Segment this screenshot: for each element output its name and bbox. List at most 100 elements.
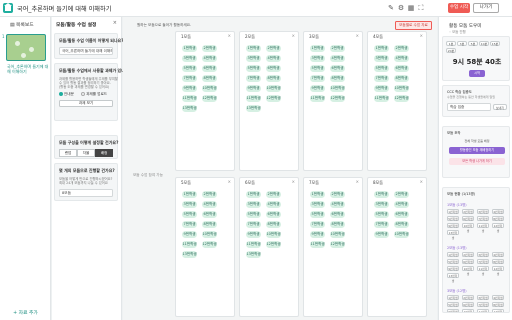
student-chip[interactable]: 6번학생 [202, 65, 217, 72]
student-chip[interactable]: 7번학생 [310, 75, 325, 82]
group-close-icon[interactable]: × [356, 33, 359, 38]
student-chip[interactable]: 12번학생 [330, 241, 345, 248]
student-chip[interactable]: 4번학생 [394, 201, 409, 208]
radio-guide[interactable] [59, 92, 63, 96]
student-chip[interactable]: 4번학생 [330, 55, 345, 62]
student-chip[interactable]: 4번학생 [394, 55, 409, 62]
student-chip[interactable]: 8번학생 [202, 221, 217, 228]
add-material-button[interactable]: + 자료 추가 [0, 308, 51, 320]
group-close-icon[interactable]: × [228, 179, 231, 184]
student-chip[interactable]: 4번학생 [266, 55, 281, 62]
student-chip[interactable]: 2번학생 [394, 191, 409, 198]
student-chip[interactable]: 9번학생 [246, 231, 261, 238]
student-chip[interactable]: 10번학생 [266, 231, 281, 238]
notice-input[interactable]: 학습 집중 [447, 103, 491, 111]
student-chip[interactable]: 13번학생 [182, 105, 197, 112]
student-chip[interactable]: 10번학생 [202, 85, 217, 92]
slide-thumbnail[interactable] [6, 34, 46, 61]
group-card[interactable]: 6모둠 × 1번학생 2번학생 3번학생 4번학생 5번학생 6번학생 7번학생 8번학생 9번학생… [239, 177, 299, 317]
student-chip[interactable]: 5번학생 [310, 65, 325, 72]
student-chip[interactable]: 4번학생 [202, 55, 217, 62]
student-chip[interactable]: 9번학생 [374, 231, 389, 238]
settings-icon[interactable]: ⚙ [397, 4, 405, 12]
student-chip[interactable]: 5번학생 [374, 211, 389, 218]
group-name-input[interactable]: 국어_추론하며 들기에 대해 이해하기 [59, 47, 113, 55]
student-chip[interactable]: 5번학생 [246, 65, 261, 72]
student-chip[interactable]: 11번학생 [310, 241, 325, 248]
radio-upload[interactable] [81, 92, 86, 96]
group-card[interactable]: 7모둠 × 1번학생 2번학생 3번학생 4번학생 5번학생 6번학생 7번학생 8번학생 9번학생… [303, 177, 363, 317]
kick-all-button[interactable]: 모든 학생 나가게 하기 [449, 158, 505, 165]
mode-random[interactable]: 랜덤 [59, 149, 77, 157]
group-card[interactable]: 8모둠 × 1번학생 2번학생 3번학생 4번학생 5번학생 6번학생 7번학생 8번학생 9번학생… [367, 177, 427, 317]
student-chip[interactable]: 7번학생 [310, 221, 325, 228]
student-chip[interactable]: 9번학생 [310, 85, 325, 92]
student-chip[interactable]: 2번학생 [202, 191, 217, 198]
group-close-icon[interactable]: × [356, 179, 359, 184]
student-chip[interactable]: 2번학생 [394, 45, 409, 52]
student-chip[interactable]: 1번학생 [246, 45, 261, 52]
student-chip[interactable]: 10번학생 [202, 231, 217, 238]
student-chip[interactable]: 11번학생 [246, 95, 261, 102]
student-chip[interactable]: 11번학생 [182, 241, 197, 248]
student-chip[interactable]: 8번학생 [266, 221, 281, 228]
timer-chip[interactable]: 10분 [479, 41, 489, 46]
grid-icon[interactable]: ▦ [407, 4, 415, 12]
student-chip[interactable]: 10번학생 [266, 85, 281, 92]
student-chip[interactable]: 10번학생 [330, 85, 345, 92]
close-icon[interactable]: × [113, 20, 117, 26]
timer-chip[interactable]: 3분 [457, 41, 467, 46]
student-chip[interactable]: 2번학생 [266, 191, 281, 198]
student-chip[interactable]: 5번학생 [310, 211, 325, 218]
group-material-button[interactable]: 모둠별로 수업 자료 [395, 21, 432, 30]
student-chip[interactable]: 3번학생 [246, 201, 261, 208]
group-card[interactable]: 3모둠 × 1번학생 2번학생 3번학생 4번학생 5번학생 6번학생 7번학생 8번학생 9번학생… [303, 31, 363, 171]
student-chip[interactable]: 2번학생 [202, 45, 217, 52]
group-close-icon[interactable]: × [228, 33, 231, 38]
mode-free[interactable]: 자율 [77, 149, 95, 157]
timer-chip[interactable]: 5분 [468, 41, 478, 46]
group-close-icon[interactable]: × [292, 33, 295, 38]
student-chip[interactable]: 6번학생 [266, 211, 281, 218]
timer-start-button[interactable]: 시작 [469, 70, 485, 77]
student-chip[interactable]: 7번학생 [374, 75, 389, 82]
student-chip[interactable]: 12번학생 [266, 241, 281, 248]
student-chip[interactable]: 13번학생 [246, 105, 261, 112]
student-chip[interactable]: 1번학생 [182, 45, 197, 52]
student-chip[interactable]: 9번학생 [374, 85, 389, 92]
student-chip[interactable]: 5번학생 [182, 211, 197, 218]
student-chip[interactable]: 3번학생 [246, 55, 261, 62]
student-chip[interactable]: 1번학생 [374, 191, 389, 198]
timer-chip[interactable]: 20분 [446, 48, 456, 53]
reassign-groups-button[interactable]: 활동중인 모둠 재배정하기 [449, 147, 505, 154]
group-card[interactable]: 1모둠 × 1번학생 2번학생 3번학생 4번학생 5번학생 6번학생 7번학생 8번학생 9번학생… [175, 31, 235, 171]
student-chip[interactable]: 5번학생 [374, 65, 389, 72]
home-icon[interactable] [3, 3, 13, 13]
student-chip[interactable]: 7번학생 [246, 221, 261, 228]
start-class-button[interactable]: 수업 시작 [448, 3, 470, 13]
student-chip[interactable]: 12번학생 [330, 95, 345, 102]
student-chip[interactable]: 13번학생 [182, 251, 197, 258]
student-chip[interactable]: 3번학생 [310, 55, 325, 62]
student-chip[interactable]: 10번학생 [394, 231, 409, 238]
student-chip[interactable]: 13번학생 [246, 251, 261, 258]
exit-button[interactable]: 나가기 [473, 3, 499, 13]
student-chip[interactable]: 6번학생 [330, 65, 345, 72]
timer-chip[interactable]: 1분 [446, 41, 456, 46]
student-chip[interactable]: 8번학생 [394, 75, 409, 82]
fullscreen-icon[interactable]: ⛶ [417, 4, 425, 12]
student-chip[interactable]: 5번학생 [182, 65, 197, 72]
student-chip[interactable]: 7번학생 [246, 75, 261, 82]
student-chip[interactable]: 12번학생 [266, 95, 281, 102]
student-chip[interactable]: 9번학생 [182, 85, 197, 92]
student-chip[interactable]: 6번학생 [202, 211, 217, 218]
edit-icon[interactable]: ✎ [387, 4, 395, 12]
group-close-icon[interactable]: × [292, 179, 295, 184]
student-chip[interactable]: 9번학생 [246, 85, 261, 92]
group-card[interactable]: 2모둠 × 1번학생 2번학생 3번학생 4번학생 5번학생 6번학생 7번학생 8번학생 9번학생… [239, 31, 299, 171]
student-chip[interactable]: 4번학생 [202, 201, 217, 208]
student-chip[interactable]: 2번학생 [330, 45, 345, 52]
group-card[interactable]: 5모둠 × 1번학생 2번학생 3번학생 4번학생 5번학생 6번학생 7번학생 8번학생 9번학생… [175, 177, 235, 317]
student-chip[interactable]: 12번학생 [394, 95, 409, 102]
student-chip[interactable]: 1번학생 [182, 191, 197, 198]
